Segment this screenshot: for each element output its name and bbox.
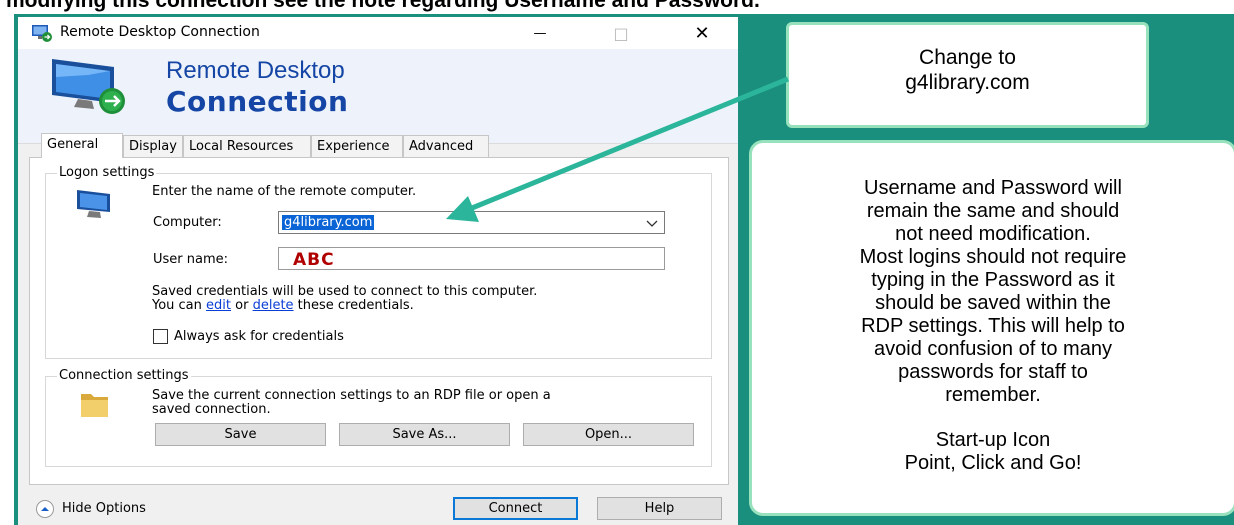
- credentials-prefix: You can: [152, 298, 207, 313]
- note-line: remember.: [945, 384, 1041, 406]
- caption-text: modifying this connection see the note r…: [6, 0, 760, 12]
- title-bar[interactable]: Remote Desktop Connection — □ ✕: [18, 17, 738, 49]
- folder-icon: [78, 387, 112, 425]
- note-line: Username and Password will: [864, 177, 1122, 199]
- close-button[interactable]: ✕: [687, 20, 717, 46]
- save-button[interactable]: Save: [155, 423, 326, 446]
- banner-title-line2: Connection: [166, 85, 349, 118]
- banner-monitor-icon: [48, 55, 130, 121]
- computer-combobox[interactable]: g4library.com: [278, 211, 665, 234]
- dialog-banner: Remote Desktop Connection: [18, 49, 738, 144]
- connection-settings-legend: Connection settings: [57, 368, 191, 383]
- note-line: should be saved within the: [875, 292, 1111, 314]
- tab-local-resources[interactable]: Local Resources: [183, 135, 311, 157]
- delete-credentials-link[interactable]: delete: [253, 298, 294, 313]
- credentials-note-callout: Username and Password will remain the sa…: [749, 140, 1234, 516]
- maximize-button[interactable]: □: [606, 20, 636, 46]
- hide-options-chevron-up-icon[interactable]: [35, 499, 55, 523]
- saved-credentials-text: Saved credentials will be used to connec…: [152, 284, 538, 299]
- logon-settings-legend: Logon settings: [57, 165, 157, 180]
- note-line: Most logins should not require: [859, 246, 1127, 268]
- connection-description-line2: saved connection.: [152, 402, 271, 417]
- change-host-callout: Change to g4library.com: [786, 22, 1149, 128]
- banner-title-line1: Remote Desktop: [166, 57, 345, 84]
- tab-advanced[interactable]: Advanced: [403, 135, 489, 157]
- note-line: remain the same and should: [866, 200, 1120, 222]
- connection-description-line1: Save the current connection settings to …: [152, 388, 551, 403]
- tab-general[interactable]: General: [41, 133, 123, 158]
- tab-experience[interactable]: Experience: [311, 135, 403, 157]
- computer-label: Computer:: [153, 215, 222, 230]
- hide-options-label[interactable]: Hide Options: [62, 501, 146, 516]
- note-line: typing in the Password as it: [871, 269, 1115, 291]
- window-title: Remote Desktop Connection: [60, 24, 260, 40]
- credentials-options-text: You can edit or delete these credentials…: [152, 298, 414, 313]
- change-callout-line1: Change to: [919, 46, 1016, 69]
- note-line: RDP settings. This will help to: [861, 315, 1125, 337]
- username-label: User name:: [153, 252, 229, 267]
- note-line: avoid confusion of to many: [874, 338, 1112, 360]
- remote-computer-instruction: Enter the name of the remote computer.: [152, 184, 417, 199]
- username-field[interactable]: ABC: [278, 247, 665, 270]
- note-closing-line2: Point, Click and Go!: [904, 452, 1082, 474]
- credentials-suffix: these credentials.: [293, 298, 414, 313]
- tab-display[interactable]: Display: [123, 135, 183, 157]
- note-closing-line1: Start-up Icon: [935, 429, 1051, 451]
- note-line: not need modification.: [895, 223, 1091, 245]
- save-as-button[interactable]: Save As...: [339, 423, 510, 446]
- help-button[interactable]: Help: [597, 497, 722, 520]
- remote-desktop-dialog: Remote Desktop Connection — □ ✕ Remote D…: [18, 17, 738, 525]
- chevron-down-icon[interactable]: [646, 217, 658, 232]
- connect-button[interactable]: Connect: [453, 497, 578, 520]
- always-ask-label[interactable]: Always ask for credentials: [174, 329, 344, 344]
- note-spacer: [752, 407, 1234, 429]
- edit-credentials-link[interactable]: edit: [206, 298, 231, 313]
- always-ask-checkbox[interactable]: [153, 329, 168, 344]
- open-button[interactable]: Open...: [523, 423, 694, 446]
- computer-icon: [74, 187, 118, 225]
- remote-desktop-app-icon: [31, 23, 53, 47]
- minimize-button[interactable]: —: [525, 20, 555, 46]
- change-callout-line2: g4library.com: [905, 71, 1030, 94]
- note-line: passwords for staff to: [898, 361, 1088, 383]
- computer-value: g4library.com: [282, 215, 375, 230]
- credentials-or: or: [231, 298, 253, 313]
- username-value: ABC: [293, 250, 335, 270]
